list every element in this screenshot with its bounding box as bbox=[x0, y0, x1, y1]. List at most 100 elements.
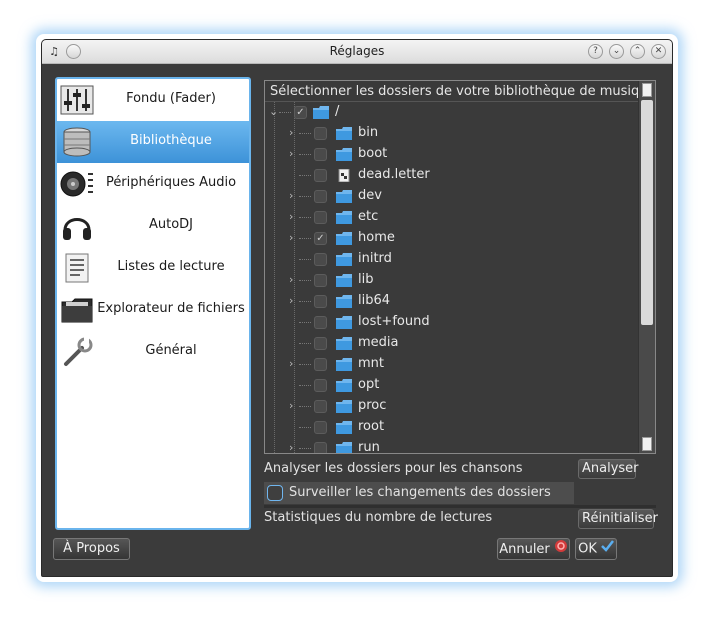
expand-arrow-icon[interactable]: › bbox=[289, 399, 299, 412]
scan-button[interactable]: Analyser bbox=[578, 459, 639, 479]
tree-branch-line bbox=[299, 133, 311, 134]
about-button[interactable]: À Propos bbox=[53, 538, 130, 560]
tree-branch-line bbox=[299, 385, 311, 386]
stats-row: Statistiques du nombre de lectures Réini… bbox=[264, 507, 658, 529]
tree-row-initrd[interactable]: initrd bbox=[265, 249, 638, 270]
folder-checkbox[interactable] bbox=[314, 148, 327, 161]
tree-root-row[interactable]: ⌄ ✓ / bbox=[265, 102, 638, 123]
tree-header: Sélectionner les dossiers de votre bibli… bbox=[265, 81, 638, 102]
tree-row-lost-found[interactable]: lost+found bbox=[265, 312, 638, 333]
tree-row-etc[interactable]: › etc bbox=[265, 207, 638, 228]
tree-row-proc[interactable]: › proc bbox=[265, 396, 638, 417]
sidebar-item-label: Périphériques Audio bbox=[105, 175, 237, 190]
maximize-icon[interactable]: ⌃ bbox=[630, 44, 645, 59]
tree-row-mnt[interactable]: › mnt bbox=[265, 354, 638, 375]
expand-arrow-icon[interactable]: › bbox=[289, 189, 299, 202]
tree-branch-line bbox=[299, 427, 311, 428]
folder-icon bbox=[336, 127, 352, 140]
sidebar-item-autodj[interactable]: AutoDJ bbox=[57, 205, 249, 247]
folder-name: etc bbox=[358, 209, 379, 224]
minimize-icon[interactable]: ⌄ bbox=[609, 44, 624, 59]
tree-branch-line bbox=[299, 196, 311, 197]
folder-checkbox[interactable] bbox=[314, 421, 327, 434]
sidebar-item-file-browser[interactable]: Explorateur de fichiers bbox=[57, 289, 249, 331]
folder-checkbox[interactable] bbox=[314, 316, 327, 329]
sidebar-item-general[interactable]: Général bbox=[57, 331, 249, 373]
tree-row-dev[interactable]: › dev bbox=[265, 186, 638, 207]
folder-checkbox[interactable] bbox=[314, 379, 327, 392]
folder-name: proc bbox=[358, 398, 387, 413]
tree-row-lib64[interactable]: › lib64 bbox=[265, 291, 638, 312]
folder-name: root bbox=[358, 419, 385, 434]
expand-arrow-icon[interactable]: › bbox=[289, 441, 299, 453]
expand-arrow-icon[interactable]: › bbox=[289, 357, 299, 370]
sidebar-item-label: AutoDJ bbox=[148, 217, 194, 232]
close-icon[interactable]: ✕ bbox=[651, 44, 666, 59]
sidebar-item-label: Explorateur de fichiers bbox=[97, 301, 245, 316]
tree-branch-line bbox=[279, 112, 291, 113]
collapse-arrow-icon[interactable]: ⌄ bbox=[269, 105, 279, 118]
tree-row-run[interactable]: › run bbox=[265, 438, 638, 453]
window-title: Réglages bbox=[329, 44, 385, 58]
folder-name: mnt bbox=[358, 356, 384, 371]
tree-row-media[interactable]: media bbox=[265, 333, 638, 354]
folder-name: opt bbox=[358, 377, 380, 392]
folder-checkbox[interactable] bbox=[314, 127, 327, 140]
root-checkbox[interactable]: ✓ bbox=[294, 106, 307, 119]
tree-row-bin[interactable]: › bin bbox=[265, 123, 638, 144]
tree-row-home[interactable]: › ✓ home bbox=[265, 228, 638, 249]
watch-folders-row[interactable]: Surveiller les changements des dossiers bbox=[264, 482, 574, 504]
folder-checkbox[interactable] bbox=[314, 190, 327, 203]
cancel-button[interactable]: Annuler bbox=[497, 538, 570, 560]
folder-icon bbox=[336, 379, 352, 392]
folder-checkbox[interactable] bbox=[314, 253, 327, 266]
folder-name: home bbox=[358, 230, 395, 245]
folder-name: lib64 bbox=[358, 293, 391, 308]
expand-arrow-icon[interactable]: › bbox=[289, 294, 299, 307]
folder-checkbox[interactable] bbox=[314, 442, 327, 453]
expand-arrow-icon[interactable]: › bbox=[289, 126, 299, 139]
tree-row-dead-letter[interactable]: dead.letter bbox=[265, 165, 638, 186]
scroll-thumb[interactable] bbox=[641, 100, 653, 325]
folder-checkbox[interactable] bbox=[314, 358, 327, 371]
tree-row-boot[interactable]: › boot bbox=[265, 144, 638, 165]
folder-checkbox[interactable] bbox=[314, 337, 327, 350]
folder-name: run bbox=[358, 440, 380, 453]
settings-sidebar: Fondu (Fader) Bibliothèque Périphériques… bbox=[55, 77, 251, 530]
sidebar-item-fader[interactable]: Fondu (Fader) bbox=[57, 79, 249, 121]
title-bar[interactable]: ♫ Réglages ? ⌄ ⌃ ✕ bbox=[42, 40, 672, 64]
library-folder-tree[interactable]: Sélectionner les dossiers de votre bibli… bbox=[264, 80, 656, 454]
folder-checkbox[interactable] bbox=[314, 274, 327, 287]
expand-arrow-icon[interactable]: › bbox=[289, 147, 299, 160]
folder-icon bbox=[336, 211, 352, 224]
scan-label: Analyser les dossiers pour les chansons bbox=[264, 461, 523, 476]
settings-window: ♫ Réglages ? ⌄ ⌃ ✕ Fondu (Fader) Bibliot… bbox=[41, 39, 673, 577]
speaker-icon bbox=[60, 171, 93, 197]
help-icon[interactable]: ? bbox=[588, 44, 603, 59]
sidebar-item-playlists[interactable]: Listes de lecture bbox=[57, 247, 249, 289]
sidebar-item-label: Listes de lecture bbox=[117, 259, 225, 274]
sidebar-item-label: Bibliothèque bbox=[130, 133, 212, 148]
folder-name: dev bbox=[358, 188, 382, 203]
tree-row-opt[interactable]: opt bbox=[265, 375, 638, 396]
tree-row-root[interactable]: root bbox=[265, 417, 638, 438]
ok-button[interactable]: OK bbox=[575, 538, 617, 560]
tree-vertical-scrollbar[interactable] bbox=[638, 81, 655, 453]
expand-arrow-icon[interactable]: › bbox=[289, 231, 299, 244]
folder-checkbox[interactable]: ✓ bbox=[314, 232, 327, 245]
sidebar-item-audio-devices[interactable]: Périphériques Audio bbox=[57, 163, 249, 205]
folder-checkbox[interactable] bbox=[314, 211, 327, 224]
tree-row-lib[interactable]: › lib bbox=[265, 270, 638, 291]
folder-checkbox[interactable] bbox=[314, 400, 327, 413]
reset-button[interactable]: Réinitialiser bbox=[578, 509, 658, 529]
folder-name: bin bbox=[358, 125, 379, 140]
scroll-down-button[interactable] bbox=[642, 437, 652, 451]
expand-arrow-icon[interactable]: › bbox=[289, 210, 299, 223]
folder-checkbox[interactable] bbox=[314, 295, 327, 308]
folder-checkbox[interactable] bbox=[314, 169, 327, 182]
scroll-up-button[interactable] bbox=[642, 83, 652, 97]
sidebar-item-library[interactable]: Bibliothèque bbox=[57, 121, 249, 163]
tree-branch-line bbox=[299, 238, 311, 239]
watch-folders-checkbox[interactable] bbox=[267, 485, 283, 501]
expand-arrow-icon[interactable]: › bbox=[289, 273, 299, 286]
